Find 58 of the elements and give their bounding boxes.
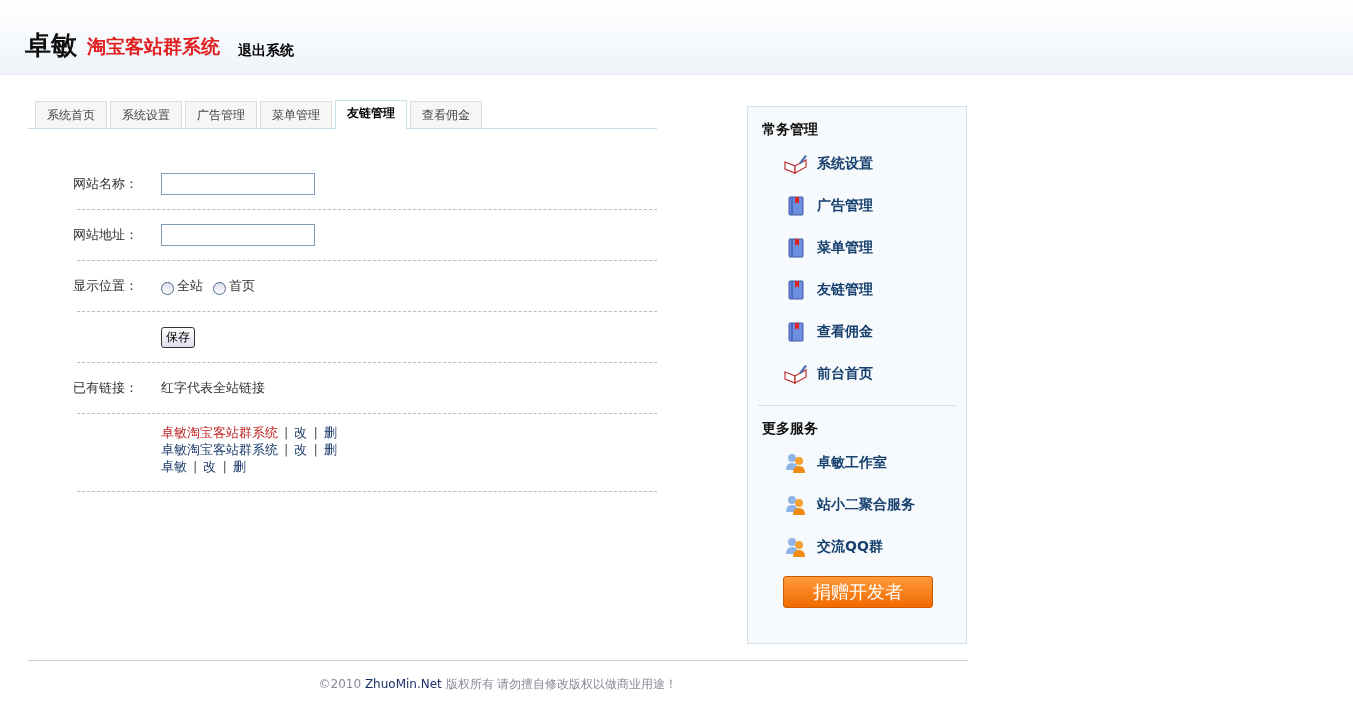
sidebar-item[interactable]: 友链管理: [817, 281, 873, 299]
hint-text: 红字代表全站链接: [161, 379, 265, 397]
field-label: 显示位置：: [73, 277, 139, 295]
sidebar-item[interactable]: 前台首页: [817, 365, 873, 383]
radio-button[interactable]: [213, 281, 226, 295]
action-link[interactable]: 删: [323, 441, 337, 458]
input-field[interactable]: [161, 173, 315, 195]
separator: |: [284, 441, 289, 458]
sidebar-item[interactable]: 菜单管理: [817, 239, 873, 257]
site-link[interactable]: ZhuoMin.Net: [364, 677, 442, 691]
field-label: 网站地址：: [73, 226, 139, 244]
logo-subtitle: 淘宝客站群系统: [87, 37, 220, 56]
tab[interactable]: 系统设置: [110, 101, 182, 128]
sidebar-item[interactable]: 广告管理: [817, 197, 873, 215]
sidebar-item[interactable]: 卓敏工作室: [817, 454, 887, 472]
sidebar-item[interactable]: 站小二聚合服务: [817, 496, 915, 514]
open-book-icon: [784, 364, 808, 384]
tab[interactable]: 系统首页: [35, 101, 107, 128]
action-link[interactable]: 删: [232, 458, 246, 475]
field-label: 网站名称：: [73, 175, 139, 193]
link-name[interactable]: 卓敏淘宝客站群系统: [161, 441, 278, 458]
users-icon: [785, 536, 807, 558]
tab[interactable]: 广告管理: [185, 101, 257, 128]
separator: |: [222, 458, 227, 475]
separator: |: [193, 458, 198, 475]
sidebar-item[interactable]: 交流QQ群: [817, 538, 883, 556]
sidebar-item[interactable]: 查看佣金: [817, 323, 873, 341]
input-field[interactable]: [161, 224, 315, 246]
tab[interactable]: 友链管理: [335, 100, 407, 129]
save-button[interactable]: 保存: [161, 326, 195, 348]
book-icon: [788, 196, 804, 216]
radio-button[interactable]: [161, 281, 174, 295]
section-title: 更多服务: [762, 420, 819, 438]
open-book-icon: [784, 154, 808, 174]
separator: |: [313, 441, 318, 458]
action-link[interactable]: 改: [294, 441, 308, 458]
book-icon: [788, 238, 804, 258]
link-name[interactable]: 卓敏淘宝客站群系统: [161, 424, 278, 441]
radio-label[interactable]: 全站: [177, 277, 203, 295]
tab[interactable]: 菜单管理: [260, 101, 332, 128]
logout-link[interactable]: 退出系统: [238, 42, 294, 60]
radio-label[interactable]: 首页: [229, 277, 255, 295]
sidebar-item[interactable]: 系统设置: [817, 155, 873, 173]
action-link[interactable]: 改: [294, 424, 308, 441]
tab[interactable]: 查看佣金: [410, 101, 482, 128]
logo-text: 卓敏: [25, 32, 77, 58]
field-label: 已有链接：: [73, 379, 139, 397]
book-icon: [788, 280, 804, 300]
action-link[interactable]: 删: [323, 424, 337, 441]
section-title: 常务管理: [762, 121, 819, 139]
users-icon: [785, 494, 807, 516]
separator: |: [284, 424, 289, 441]
book-icon: [788, 322, 804, 342]
users-icon: [785, 452, 807, 474]
copyright-text: ©2010 ZhuoMin.Net 版权所有 请勿擅自修改版权以做商业用途！: [317, 676, 679, 693]
separator: |: [313, 424, 318, 441]
action-link[interactable]: 改: [203, 458, 217, 475]
link-name[interactable]: 卓敏: [161, 458, 187, 475]
